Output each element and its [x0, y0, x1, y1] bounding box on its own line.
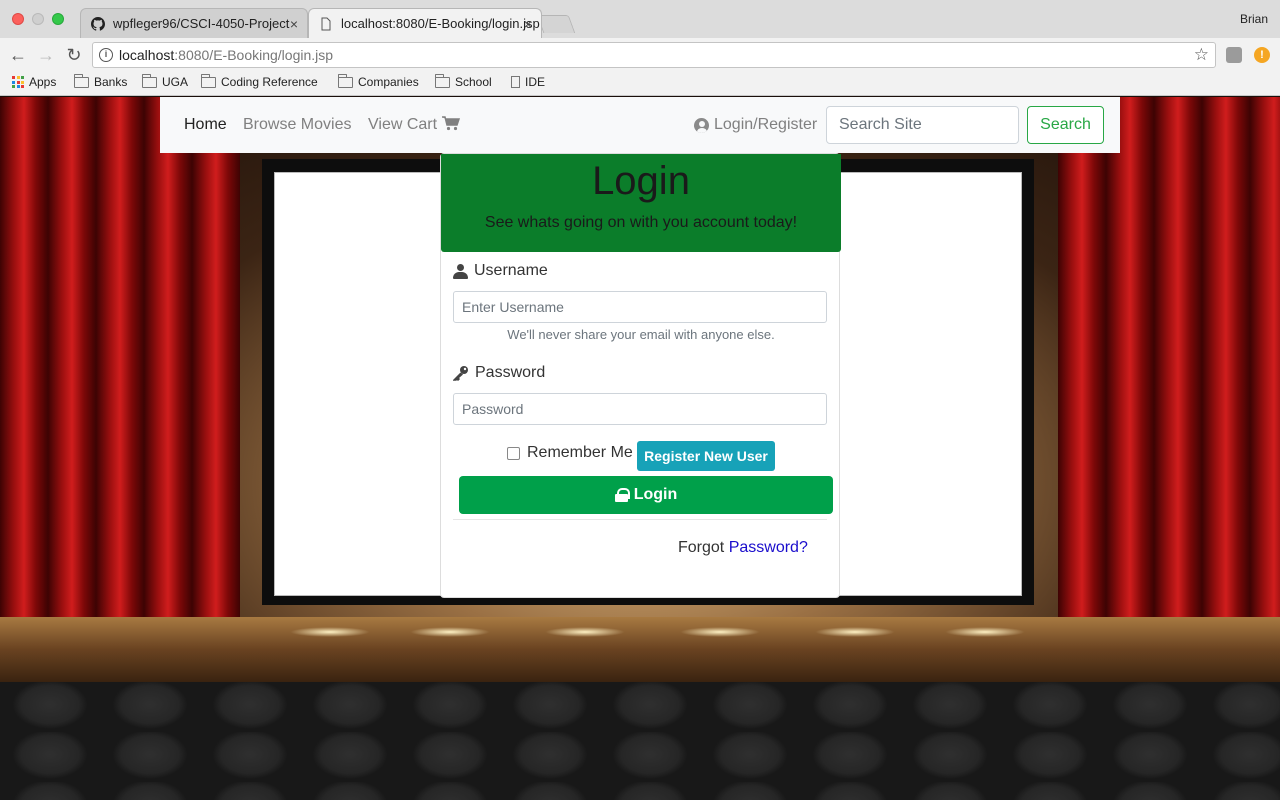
folder-icon	[74, 73, 89, 88]
bookmark-label: Apps	[29, 75, 57, 89]
url-path: :8080/E-Booking/login.jsp	[174, 47, 334, 63]
browser-toolbar: ← → ↻ i localhost:8080/E-Booking/login.j…	[0, 38, 1280, 72]
username-field[interactable]	[453, 291, 827, 323]
folder-icon	[142, 73, 157, 88]
login-card: Login See whats going on with you accoun…	[440, 153, 841, 598]
page-viewport: Home Browse Movies View Cart Login/Regis…	[0, 97, 1280, 800]
tab-title: wpfleger96/CSCI-4050-Project	[113, 16, 290, 31]
login-button-label: Login	[633, 486, 678, 503]
bookmark-label: School	[455, 75, 492, 89]
login-subtitle: See whats going on with you account toda…	[484, 214, 798, 231]
login-title: Login	[592, 159, 690, 203]
document-icon	[321, 17, 331, 31]
info-icon[interactable]: i	[99, 48, 113, 62]
tab-close-icon[interactable]: ×	[524, 9, 532, 38]
browser-tab-strip: wpfleger96/CSCI-4050-Project × localhost…	[0, 0, 1280, 38]
bookmark-ide[interactable]: IDE	[511, 75, 545, 89]
browser-tab-login[interactable]: localhost:8080/E-Booking/login.jsp ×	[308, 8, 542, 38]
browser-tab-github[interactable]: wpfleger96/CSCI-4050-Project ×	[80, 8, 308, 38]
stage-light	[815, 627, 895, 637]
theater-seats	[0, 682, 1280, 800]
username-label-text: Username	[474, 262, 548, 279]
nav-cart-label: View Cart	[368, 116, 438, 133]
username-help-text: We'll never share your email with anyone…	[507, 327, 775, 342]
username-label: Username	[453, 262, 548, 280]
window-minimize-button[interactable]	[32, 13, 44, 25]
bookmark-folder-coding-reference[interactable]: Coding Reference	[201, 73, 318, 89]
alert-extension-icon[interactable]: !	[1254, 47, 1270, 63]
camera-extension-icon[interactable]	[1226, 47, 1242, 63]
nav-view-cart[interactable]: View Cart	[368, 116, 460, 134]
nav-browse-movies[interactable]: Browse Movies	[243, 116, 351, 134]
stage-light	[545, 627, 625, 637]
profile-name[interactable]: Brian	[1240, 12, 1268, 26]
window-zoom-button[interactable]	[52, 13, 64, 25]
folder-icon	[201, 73, 216, 88]
bookmark-folder-uga[interactable]: UGA	[142, 73, 189, 89]
github-icon	[91, 17, 105, 31]
search-button[interactable]: Search	[1027, 106, 1104, 144]
remember-me[interactable]: Remember Me	[507, 444, 633, 462]
stage-light	[410, 627, 490, 637]
forgot-password-link[interactable]: Password?	[729, 539, 808, 556]
key-icon	[453, 366, 468, 381]
password-label-text: Password	[475, 364, 546, 381]
window-close-button[interactable]	[12, 13, 24, 25]
bookmark-label: UGA	[162, 75, 189, 89]
register-new-user-button[interactable]: Register New User	[637, 441, 775, 471]
page-icon	[511, 76, 520, 88]
bookmark-label: Companies	[358, 75, 419, 89]
nav-home[interactable]: Home	[184, 116, 227, 134]
tab-close-icon[interactable]: ×	[290, 9, 298, 38]
site-navbar: Home Browse Movies View Cart Login/Regis…	[160, 97, 1120, 153]
password-field[interactable]	[453, 393, 827, 425]
nav-login-label: Login/Register	[714, 116, 818, 133]
address-bar[interactable]: i localhost:8080/E-Booking/login.jsp ☆	[92, 42, 1216, 68]
bookmark-folder-banks[interactable]: Banks	[74, 73, 128, 89]
bookmark-label: Coding Reference	[221, 75, 318, 89]
user-circle-icon	[694, 117, 709, 133]
folder-icon	[435, 73, 450, 88]
bookmark-star-icon[interactable]: ☆	[1194, 43, 1209, 67]
search-input[interactable]	[826, 106, 1019, 144]
apps-grid-icon	[12, 76, 24, 88]
reload-icon[interactable]: ↻	[62, 43, 86, 67]
bookmark-apps[interactable]: Apps	[12, 75, 56, 89]
password-label: Password	[453, 364, 545, 382]
nav-login-register[interactable]: Login/Register	[694, 116, 817, 134]
remember-me-label: Remember Me	[527, 444, 633, 461]
divider	[453, 519, 827, 520]
bookmark-label: Banks	[94, 75, 128, 89]
tab-title: localhost:8080/E-Booking/login.jsp	[341, 16, 540, 31]
forgot-text: Forgot	[678, 539, 725, 556]
bookmark-label: IDE	[525, 75, 546, 89]
curtain-right	[1058, 97, 1280, 657]
new-tab-button[interactable]	[536, 15, 576, 33]
bookmarks-bar: Apps Banks UGA Coding Reference Companie…	[0, 72, 1280, 96]
curtain-left	[0, 97, 240, 657]
stage-light	[290, 627, 370, 637]
remember-me-checkbox[interactable]	[507, 446, 520, 460]
forgot-password: Forgot Password?	[678, 539, 808, 557]
folder-icon	[338, 73, 353, 88]
url-host: localhost	[119, 47, 175, 63]
bookmark-folder-school[interactable]: School	[435, 73, 492, 89]
login-header: Login See whats going on with you accoun…	[441, 154, 841, 252]
back-icon[interactable]: ←	[6, 43, 30, 67]
bookmark-folder-companies[interactable]: Companies	[338, 73, 419, 89]
stage-light	[680, 627, 760, 637]
forward-icon[interactable]: →	[34, 43, 58, 67]
cart-icon	[441, 116, 460, 131]
user-icon	[453, 263, 468, 279]
stage-light	[945, 627, 1025, 637]
login-button[interactable]: Login	[459, 476, 833, 514]
lock-icon	[614, 488, 630, 502]
